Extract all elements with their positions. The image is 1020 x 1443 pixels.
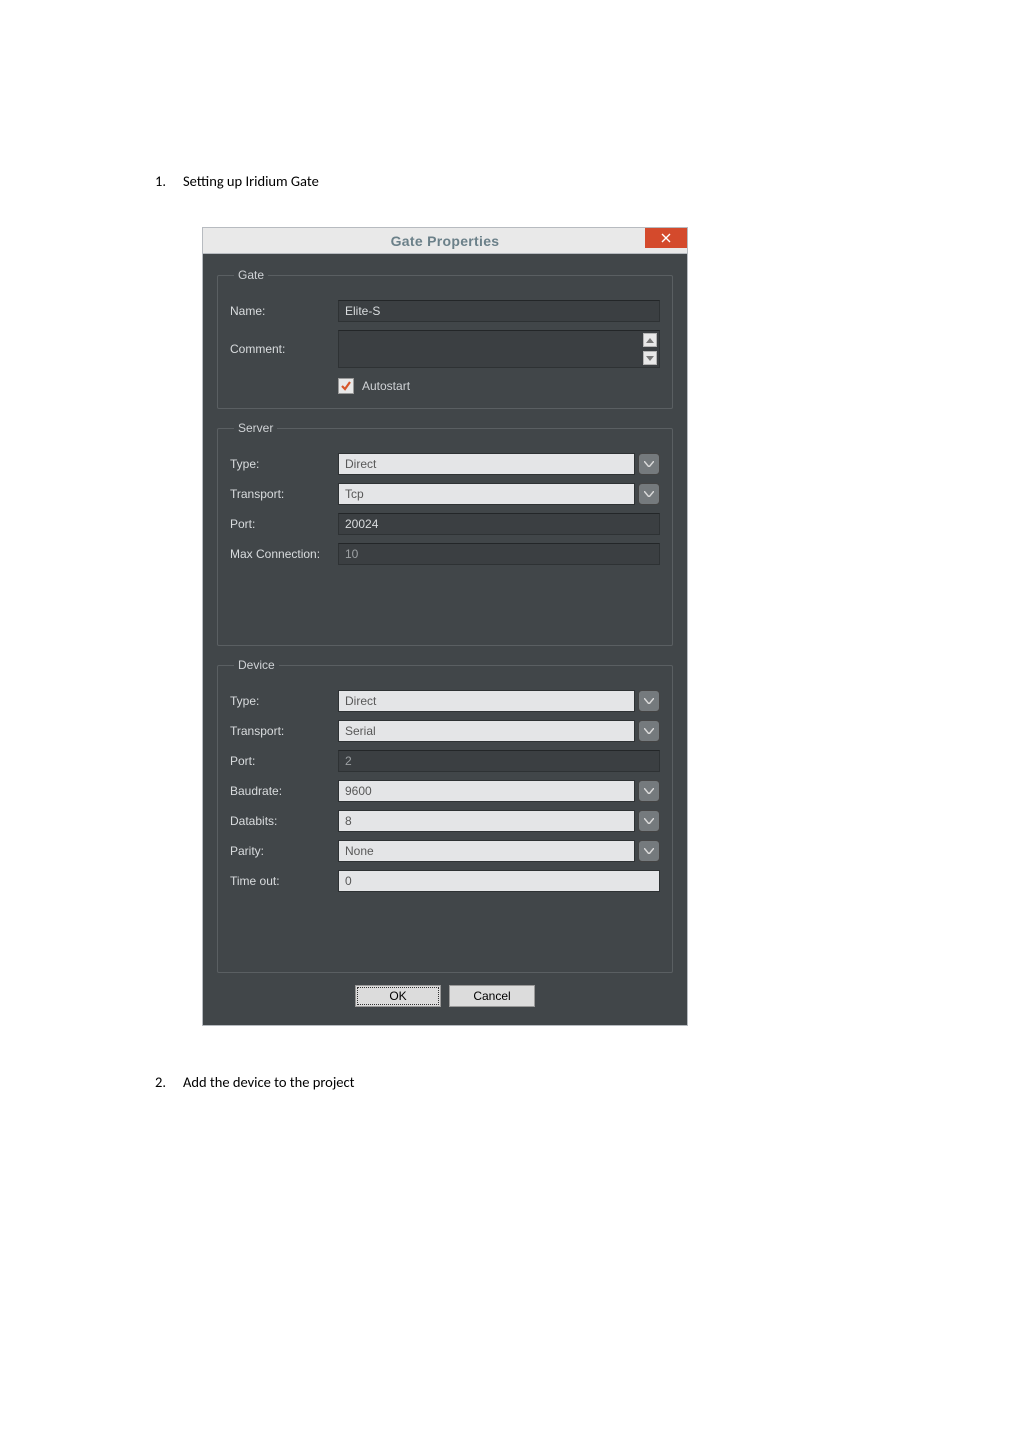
dropdown-button[interactable] xyxy=(638,453,660,475)
device-type-label: Type: xyxy=(230,694,338,708)
dropdown-button[interactable] xyxy=(638,720,660,742)
device-databits-select[interactable]: 8 xyxy=(338,810,635,832)
server-maxconn-field[interactable] xyxy=(338,543,660,565)
chevron-down-icon xyxy=(644,788,654,794)
server-transport-label: Transport: xyxy=(230,487,338,501)
check-icon xyxy=(340,380,352,392)
device-port-field[interactable] xyxy=(338,750,660,772)
close-button[interactable] xyxy=(645,228,687,248)
device-transport-label: Transport: xyxy=(230,724,338,738)
device-transport-select[interactable]: Serial xyxy=(338,720,635,742)
dropdown-button[interactable] xyxy=(638,690,660,712)
name-label: Name: xyxy=(230,304,338,318)
name-field[interactable] xyxy=(338,300,660,322)
server-transport-select[interactable]: Tcp xyxy=(338,483,635,505)
server-port-field[interactable] xyxy=(338,513,660,535)
list-item: 1. Setting up Iridium Gate xyxy=(155,172,1020,190)
chevron-down-icon xyxy=(644,698,654,704)
device-timeout-field[interactable]: 0 xyxy=(338,870,660,892)
dialog-titlebar: Gate Properties xyxy=(203,228,687,254)
server-group: Server Type: Direct Transport: xyxy=(217,421,673,646)
comment-label: Comment: xyxy=(230,342,338,356)
chevron-down-icon xyxy=(644,728,654,734)
dropdown-button[interactable] xyxy=(638,780,660,802)
chevron-up-icon xyxy=(646,338,654,343)
scrollbar[interactable] xyxy=(643,333,657,365)
dropdown-button[interactable] xyxy=(638,840,660,862)
list-item: 2. Add the device to the project xyxy=(155,1073,1020,1091)
device-group: Device Type: Direct Transport: xyxy=(217,658,673,973)
chevron-down-icon xyxy=(644,491,654,497)
ok-button[interactable]: OK xyxy=(355,985,441,1007)
autostart-checkbox[interactable] xyxy=(338,378,354,394)
server-type-select[interactable]: Direct xyxy=(338,453,635,475)
scroll-up-button[interactable] xyxy=(643,333,657,347)
device-databits-label: Databits: xyxy=(230,814,338,828)
list-text: Setting up Iridium Gate xyxy=(183,172,319,190)
close-icon xyxy=(661,233,671,243)
device-timeout-label: Time out: xyxy=(230,874,338,888)
list-number: 1. xyxy=(155,172,183,190)
server-maxconn-label: Max Connection: xyxy=(230,547,338,561)
server-type-label: Type: xyxy=(230,457,338,471)
gate-group: Gate Name: Comment: xyxy=(217,268,673,409)
list-number: 2. xyxy=(155,1073,183,1091)
scroll-down-button[interactable] xyxy=(643,351,657,365)
cancel-button[interactable]: Cancel xyxy=(449,985,535,1007)
gate-legend: Gate xyxy=(234,268,268,282)
device-type-select[interactable]: Direct xyxy=(338,690,635,712)
server-port-label: Port: xyxy=(230,517,338,531)
device-port-label: Port: xyxy=(230,754,338,768)
chevron-down-icon xyxy=(644,818,654,824)
device-parity-label: Parity: xyxy=(230,844,338,858)
autostart-label: Autostart xyxy=(362,379,410,393)
dropdown-button[interactable] xyxy=(638,810,660,832)
list-text: Add the device to the project xyxy=(183,1073,355,1091)
chevron-down-icon xyxy=(644,848,654,854)
device-baudrate-select[interactable]: 9600 xyxy=(338,780,635,802)
comment-field[interactable] xyxy=(338,330,660,368)
device-baudrate-label: Baudrate: xyxy=(230,784,338,798)
device-legend: Device xyxy=(234,658,279,672)
dialog-title: Gate Properties xyxy=(391,233,500,249)
device-parity-select[interactable]: None xyxy=(338,840,635,862)
chevron-down-icon xyxy=(646,356,654,361)
chevron-down-icon xyxy=(644,461,654,467)
dialog-screenshot: Gate Properties Gate Name: Comment: xyxy=(203,228,687,1025)
server-legend: Server xyxy=(234,421,277,435)
dropdown-button[interactable] xyxy=(638,483,660,505)
